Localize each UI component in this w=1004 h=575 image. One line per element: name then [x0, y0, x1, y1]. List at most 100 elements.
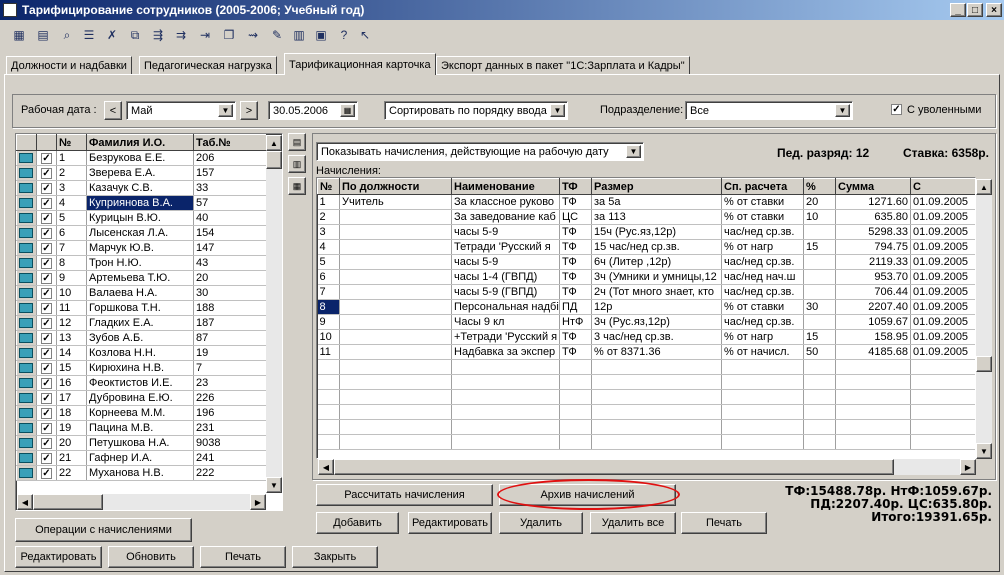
help-icon[interactable]: ? — [335, 26, 353, 44]
calendar-icon[interactable]: ▦ — [10, 26, 28, 44]
employee-name[interactable]: Гладких Е.А. — [86, 315, 194, 331]
chevron-down-icon[interactable]: ▼ — [550, 104, 565, 117]
col-icon-header[interactable] — [16, 134, 37, 151]
print-button[interactable]: Печать — [200, 546, 286, 568]
table-row[interactable]: 4 Тетради 'Русский я ТФ 15 час/нед ср.зв.%… — [317, 239, 975, 255]
employee-checkbox[interactable]: ✓ — [41, 333, 52, 344]
col-size-header[interactable]: Размер — [591, 178, 722, 195]
scroll-right-icon[interactable]: ▶ — [960, 459, 976, 475]
col-tab-header[interactable]: Таб.№ — [193, 134, 267, 151]
minimize-icon[interactable]: _ — [950, 3, 966, 17]
folder-icon-cell[interactable] — [16, 405, 37, 421]
chevron-down-icon[interactable]: ▼ — [626, 145, 641, 158]
folder-icon-cell[interactable] — [16, 210, 37, 226]
scroll-up-icon[interactable]: ▲ — [976, 179, 992, 195]
table-row[interactable]: ✓ 1 Безрукова Е.Е. 206 — [16, 150, 267, 166]
grid-view-icon[interactable]: ▦ — [288, 177, 306, 195]
table-row[interactable]: 3 часы 5-9 ТФ 15ч (Рус.яз,12р) час/нед ср.зв… — [317, 224, 975, 240]
scroll-thumb[interactable] — [33, 494, 103, 510]
employee-checkbox[interactable]: ✓ — [41, 408, 52, 419]
table-row[interactable]: ✓ 5 Курицын В.Ю. 40 — [16, 210, 267, 226]
employee-name[interactable]: Марчук Ю.В. — [86, 240, 194, 256]
table-row[interactable]: 5 часы 5-9 ТФ 6ч (Литер ,12р) час/нед ср.зв.… — [317, 254, 975, 270]
employee-name[interactable]: Казачук С.В. — [86, 180, 194, 196]
copy-icon[interactable]: ⧉ — [126, 26, 144, 44]
col-sum-header[interactable]: Сумма — [835, 178, 911, 195]
check-cell[interactable]: ✓ — [36, 315, 57, 331]
scroll-left-icon[interactable]: ◀ — [318, 459, 334, 475]
scroll-down-icon[interactable]: ▼ — [976, 443, 992, 459]
transfer-icon[interactable]: ⇥ — [196, 26, 214, 44]
close-button[interactable]: Закрыть — [292, 546, 378, 568]
folder-icon-cell[interactable] — [16, 150, 37, 166]
employee-name[interactable]: Петушкова Н.А. — [86, 435, 194, 451]
employee-name[interactable]: Безрукова Е.Е. — [86, 150, 194, 166]
scroll-thumb[interactable] — [266, 151, 282, 169]
tools-icon[interactable]: ✎ — [268, 26, 286, 44]
folder-icon-cell[interactable] — [16, 375, 37, 391]
check-cell[interactable]: ✓ — [36, 180, 57, 196]
folder-icon-cell[interactable] — [16, 240, 37, 256]
check-cell[interactable]: ✓ — [36, 150, 57, 166]
employee-checkbox[interactable]: ✓ — [41, 393, 52, 404]
tab-export-1c[interactable]: Экспорт данных в пакет "1С:Зарплата и Ка… — [436, 56, 690, 74]
context-help-icon[interactable]: ↖ — [356, 26, 374, 44]
check-cell[interactable]: ✓ — [36, 255, 57, 271]
folder-icon-cell[interactable] — [16, 315, 37, 331]
tab-tariff-card[interactable]: Тарификационная карточка — [284, 53, 436, 75]
delete-all-button[interactable]: Удалить все — [590, 512, 676, 534]
employee-checkbox[interactable]: ✓ — [41, 378, 52, 389]
table-row[interactable]: ✓ 9 Артемьева Т.Ю. 20 — [16, 270, 267, 286]
employee-checkbox[interactable]: ✓ — [41, 243, 52, 254]
table-row[interactable]: ✓ 15 Кирюхина Н.В. 7 — [16, 360, 267, 376]
employee-checkbox[interactable]: ✓ — [41, 183, 52, 194]
folder-icon-cell[interactable] — [16, 450, 37, 466]
table-row[interactable]: ✓ 17 Дубровина Е.Ю. 226 — [16, 390, 267, 406]
monitor-icon[interactable]: ▣ — [312, 26, 330, 44]
table-row[interactable]: ✓ 16 Феоктистов И.Е. 23 — [16, 375, 267, 391]
list-view-icon[interactable]: ▤ — [288, 133, 306, 151]
check-cell[interactable]: ✓ — [36, 435, 57, 451]
document-icon[interactable]: ▥ — [290, 26, 308, 44]
maximize-icon[interactable]: □ — [967, 3, 983, 17]
folder-icon-cell[interactable] — [16, 255, 37, 271]
pages-icon[interactable]: ❐ — [220, 26, 238, 44]
folder-icon-cell[interactable] — [16, 435, 37, 451]
col-tf-header[interactable]: ТФ — [559, 178, 592, 195]
employee-name[interactable]: Кирюхина Н.В. — [86, 360, 194, 376]
employee-checkbox[interactable]: ✓ — [41, 303, 52, 314]
sort-select[interactable]: Сортировать по порядку ввода ▼ — [384, 101, 568, 120]
check-cell[interactable]: ✓ — [36, 195, 57, 211]
next-month-button[interactable]: > — [240, 101, 258, 120]
check-cell[interactable]: ✓ — [36, 390, 57, 406]
export-icon[interactable]: ⇝ — [244, 26, 262, 44]
date-field[interactable]: 30.05.2006 ▦ — [268, 101, 358, 120]
delete-button[interactable]: Удалить — [499, 512, 583, 534]
table-row[interactable]: ✓ 18 Корнеева М.М. 196 — [16, 405, 267, 421]
calculate-charges-button[interactable]: Рассчитать начисления — [316, 484, 493, 506]
move-icon[interactable]: ⇉ — [172, 26, 190, 44]
table-row[interactable]: ✓ 10 Валаева Н.А. 30 — [16, 285, 267, 301]
employee-vscroll[interactable]: ▲ ▼ — [266, 135, 282, 493]
employee-checkbox[interactable]: ✓ — [41, 258, 52, 269]
scroll-up-icon[interactable]: ▲ — [266, 135, 282, 151]
employee-checkbox[interactable]: ✓ — [41, 468, 52, 479]
table-row[interactable]: ✓ 20 Петушкова Н.А. 9038 — [16, 435, 267, 451]
table-row[interactable]: 8 Персональная надбі ПД 12р% от ставки 30 220… — [317, 299, 975, 315]
employee-name[interactable]: Лысенская Л.А. — [86, 225, 194, 241]
charges-filter-select[interactable]: Показывать начисления, действующие на ра… — [316, 142, 644, 161]
folder-icon-cell[interactable] — [16, 360, 37, 376]
employee-name[interactable]: Зверева Е.А. — [86, 165, 194, 181]
scroll-left-icon[interactable]: ◀ — [17, 494, 33, 510]
table-row[interactable]: ✓ 2 Зверева Е.А. 157 — [16, 165, 267, 181]
close-icon[interactable]: × — [986, 3, 1002, 17]
folder-icon-cell[interactable] — [16, 180, 37, 196]
employee-name[interactable]: Курицын В.Ю. — [86, 210, 194, 226]
employee-checkbox[interactable]: ✓ — [41, 273, 52, 284]
table-row[interactable]: ✓ 4 Куприянова В.А. 57 — [16, 195, 267, 211]
add-button[interactable]: Добавить — [316, 512, 399, 534]
table-row[interactable]: ✓ 7 Марчук Ю.В. 147 — [16, 240, 267, 256]
tab-pedagogical-load[interactable]: Педагогическая нагрузка — [139, 56, 277, 74]
scroll-thumb[interactable] — [976, 356, 992, 372]
folder-icon-cell[interactable] — [16, 195, 37, 211]
